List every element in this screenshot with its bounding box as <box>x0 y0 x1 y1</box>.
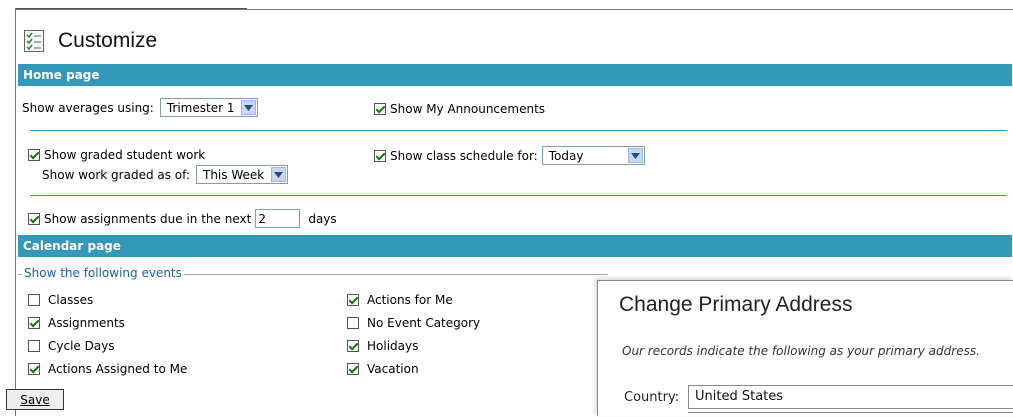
calendar-page-section-bar: Calendar page <box>18 235 1012 257</box>
event-no-event-category[interactable]: No Event Category <box>347 316 480 330</box>
days-label: days <box>308 211 337 226</box>
event-checkbox[interactable] <box>28 340 40 352</box>
event-checkbox[interactable] <box>28 317 40 329</box>
divider <box>30 195 1007 196</box>
event-label: Actions for Me <box>367 293 453 307</box>
event-checkbox[interactable] <box>347 294 359 306</box>
event-label: Vacation <box>367 362 419 376</box>
averages-select-value: Trimester 1 <box>166 100 235 115</box>
schedule-select[interactable]: Today <box>541 146 645 165</box>
page-title: Customize <box>58 29 158 52</box>
announcements-label: Show My Announcements <box>390 102 546 116</box>
chevron-down-icon[interactable] <box>627 148 643 163</box>
announcements-checkbox[interactable] <box>374 103 386 115</box>
event-checkbox[interactable] <box>347 317 359 329</box>
event-label: No Event Category <box>367 316 481 330</box>
assignments-due-label: Show assignments due in the next <box>44 211 252 226</box>
event-label: Assignments <box>48 316 125 330</box>
event-cycle-days[interactable]: Cycle Days <box>28 339 115 353</box>
event-actions-for-me[interactable]: Actions for Me <box>347 293 453 307</box>
graded-as-of-select-value: This Week <box>202 167 265 182</box>
events-legend: Show the following events <box>22 266 184 280</box>
event-label: Holidays <box>367 339 419 353</box>
graded-as-of-label: Show work graded as of: <box>42 167 190 182</box>
schedule-select-value: Today <box>548 148 584 163</box>
page-header: Customize <box>24 26 157 56</box>
graded-as-of-row: Show work graded as of: This Week <box>42 165 289 184</box>
home-page-section-bar: Home page <box>18 64 1012 86</box>
announcements-row: Show My Announcements <box>374 102 545 116</box>
save-label: Save <box>20 392 50 407</box>
event-checkbox[interactable] <box>28 363 40 375</box>
event-vacation[interactable]: Vacation <box>347 362 419 376</box>
chevron-down-icon[interactable] <box>241 100 257 115</box>
event-label: Actions Assigned to Me <box>48 362 188 376</box>
averages-label: Show averages using: <box>22 100 154 115</box>
assignments-due-checkbox[interactable] <box>28 212 40 225</box>
schedule-checkbox[interactable] <box>374 149 386 162</box>
event-assignments[interactable]: Assignments <box>28 316 125 330</box>
top-tab-strip <box>15 0 247 9</box>
averages-row: Show averages using: Trimester 1 <box>22 98 259 117</box>
event-actions-assigned-to-me[interactable]: Actions Assigned to Me <box>28 362 187 376</box>
country-label: Country: <box>624 390 680 405</box>
country-select[interactable]: United States <box>688 385 1013 409</box>
event-checkbox[interactable] <box>347 363 359 375</box>
averages-select[interactable]: Trimester 1 <box>159 98 259 117</box>
graded-as-of-select[interactable]: This Week <box>195 165 289 184</box>
divider <box>30 130 1007 131</box>
graded-work-label: Show graded student work <box>44 148 206 162</box>
event-checkbox[interactable] <box>347 340 359 352</box>
dialog-note: Our records indicate the following as yo… <box>622 344 980 358</box>
event-label: Classes <box>48 293 94 307</box>
event-label: Cycle Days <box>48 339 115 353</box>
assignments-days-input[interactable] <box>255 209 301 228</box>
graded-work-row: Show graded student work <box>28 148 205 162</box>
event-classes[interactable]: Classes <box>28 293 93 307</box>
events-fieldset: Show the following events Classes Assign… <box>18 266 608 395</box>
assignments-due-row: Show assignments due in the next days <box>28 209 337 228</box>
schedule-label: Show class schedule for: <box>390 148 538 163</box>
graded-work-checkbox[interactable] <box>28 149 40 161</box>
event-holidays[interactable]: Holidays <box>347 339 418 353</box>
event-checkbox[interactable] <box>28 294 40 306</box>
checklist-icon <box>24 30 44 52</box>
schedule-row: Show class schedule for: Today <box>374 146 645 165</box>
chevron-down-icon[interactable] <box>271 167 287 182</box>
save-button[interactable]: Save <box>6 389 64 410</box>
dialog-title: Change Primary Address <box>619 293 853 316</box>
change-address-dialog: Change Primary Address Our records indic… <box>597 280 1013 416</box>
